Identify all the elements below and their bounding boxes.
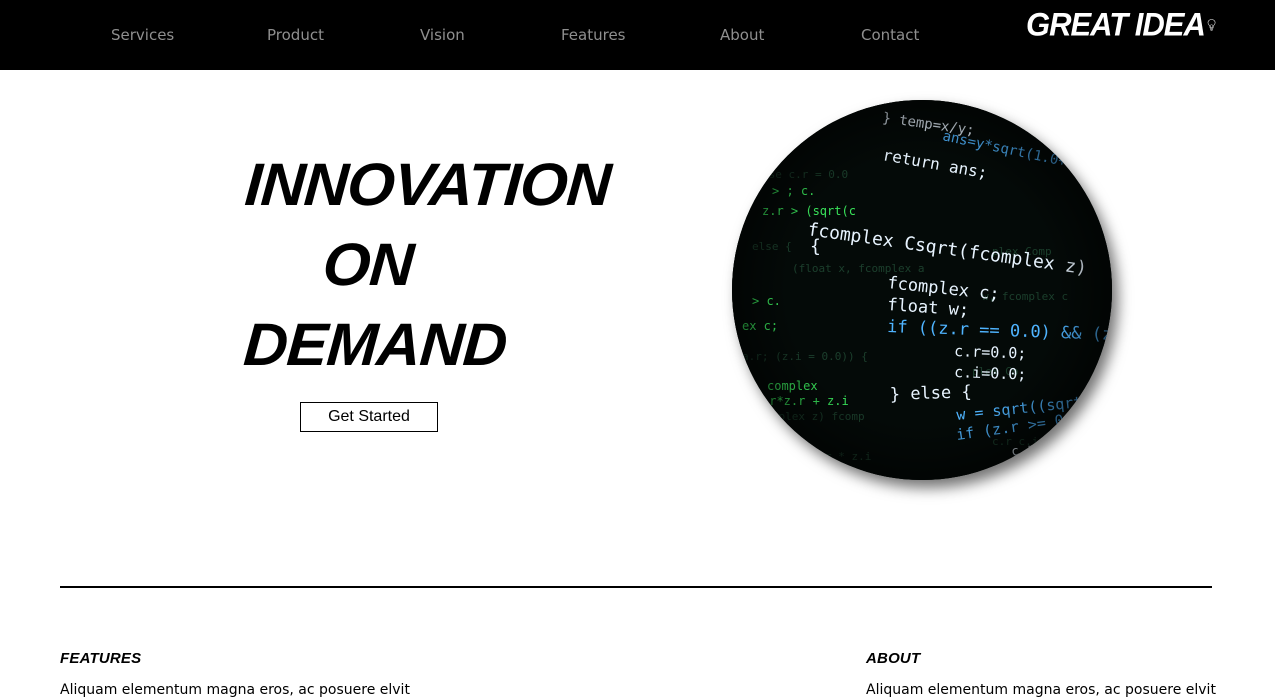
about-heading: About [866,650,921,667]
features-text: Aliquam elementum magna eros, ac posuere… [60,682,410,698]
section-divider [60,586,1212,588]
hero-title-line: DEMAND [241,311,509,378]
get-started-button[interactable]: Get Started [300,402,438,432]
code-snippet: c.i=0 [782,464,818,478]
about-text: Aliquam elementum magna eros, ac posuere… [866,682,1216,698]
brand-name: GREAT IDEA [1026,5,1206,44]
top-navbar: Services Product Vision Features About C… [0,0,1275,70]
hero-title: INNOVATION ON DEMAND [231,145,613,385]
features-heading: Features [60,650,142,667]
nav-link-product[interactable]: Product [267,26,324,44]
code-hero-image: lse c.r = 0.0 else { (float x, fcomplex … [732,100,1112,480]
nav-link-vision[interactable]: Vision [420,26,465,44]
hero-title-line: INNOVATION [242,151,613,218]
brand-logo[interactable]: GREAT IDEA [1026,2,1216,48]
hero-title-line: ON [320,231,416,298]
nav-link-contact[interactable]: Contact [861,26,919,44]
code-image-canvas: lse c.r = 0.0 else { (float x, fcomplex … [732,100,1112,480]
nav-link-about[interactable]: About [720,26,764,44]
nav-link-features[interactable]: Features [561,26,626,44]
nav-link-services[interactable]: Services [111,26,174,44]
lightbulb-icon [1207,19,1216,31]
